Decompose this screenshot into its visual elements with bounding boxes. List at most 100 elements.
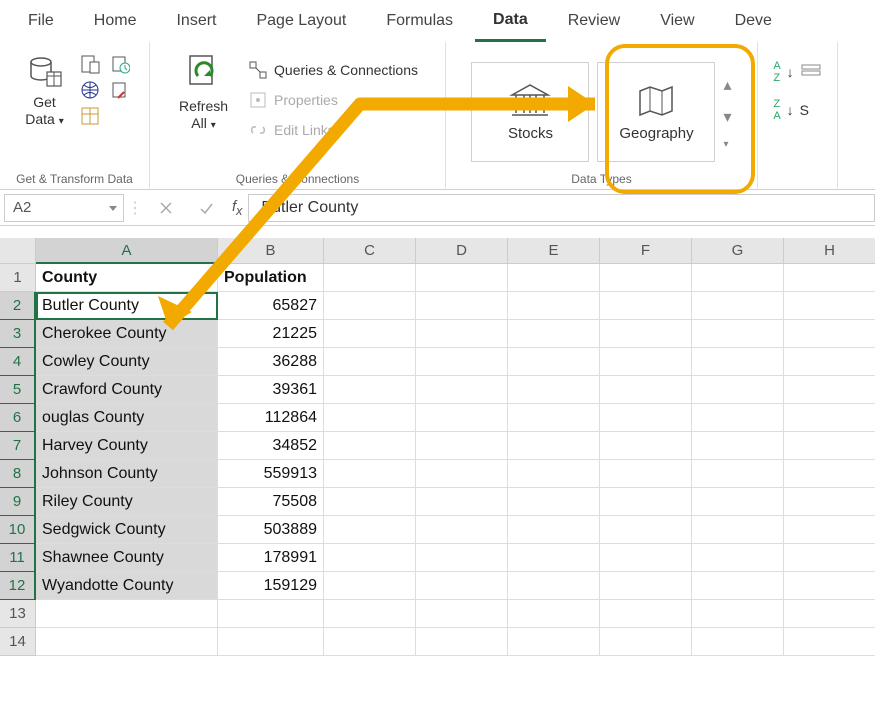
cell-empty[interactable] xyxy=(692,516,784,544)
cell-empty[interactable] xyxy=(324,320,416,348)
cell-empty[interactable] xyxy=(508,488,600,516)
cell-empty[interactable] xyxy=(416,516,508,544)
column-header-C[interactable]: C xyxy=(324,238,416,264)
cell-population[interactable] xyxy=(218,600,324,628)
tab-data[interactable]: Data xyxy=(475,1,546,42)
from-text-icon[interactable] xyxy=(80,54,100,74)
row-header[interactable]: 1 xyxy=(0,264,36,292)
cell-empty[interactable] xyxy=(692,488,784,516)
sort-asc-button[interactable]: AZ ↓ xyxy=(769,58,825,86)
cell-empty[interactable] xyxy=(600,264,692,292)
recent-sources-icon[interactable] xyxy=(110,54,130,74)
tab-home[interactable]: Home xyxy=(76,2,155,40)
cell-empty[interactable] xyxy=(324,516,416,544)
cell-empty[interactable] xyxy=(416,320,508,348)
cell-empty[interactable] xyxy=(508,544,600,572)
cell-population[interactable]: 112864 xyxy=(218,404,324,432)
cell-empty[interactable] xyxy=(416,572,508,600)
cell-empty[interactable] xyxy=(416,292,508,320)
cell-population[interactable]: 75508 xyxy=(218,488,324,516)
cell-empty[interactable] xyxy=(692,348,784,376)
cell-empty[interactable] xyxy=(692,320,784,348)
cell-county[interactable]: Cherokee County xyxy=(36,320,218,348)
cell-empty[interactable] xyxy=(508,516,600,544)
row-header[interactable]: 11 xyxy=(0,544,36,572)
tab-insert[interactable]: Insert xyxy=(158,2,234,40)
cell-population[interactable]: 178991 xyxy=(218,544,324,572)
cell-county[interactable]: Butler County xyxy=(36,292,218,320)
cell-empty[interactable] xyxy=(416,376,508,404)
cell-empty[interactable] xyxy=(508,320,600,348)
from-web-icon[interactable] xyxy=(80,80,100,100)
cell-empty[interactable] xyxy=(692,404,784,432)
existing-conn-icon[interactable] xyxy=(110,80,130,100)
column-header-H[interactable]: H xyxy=(784,238,875,264)
cell-empty[interactable] xyxy=(692,376,784,404)
from-table-icon[interactable] xyxy=(80,106,100,126)
cell-county[interactable]: Riley County xyxy=(36,488,218,516)
row-header[interactable]: 10 xyxy=(0,516,36,544)
row-header[interactable]: 2 xyxy=(0,292,36,320)
cell-empty[interactable] xyxy=(692,292,784,320)
cell-county[interactable]: ouglas County xyxy=(36,404,218,432)
cell-empty[interactable] xyxy=(508,376,600,404)
row-header[interactable]: 5 xyxy=(0,376,36,404)
cell-empty[interactable] xyxy=(600,628,692,656)
properties-button[interactable]: Properties xyxy=(244,88,422,112)
cell-empty[interactable] xyxy=(600,404,692,432)
cell-empty[interactable] xyxy=(692,544,784,572)
cell-empty[interactable] xyxy=(692,460,784,488)
cell-empty[interactable] xyxy=(600,348,692,376)
cell-empty[interactable] xyxy=(784,320,875,348)
select-all-corner[interactable] xyxy=(0,238,36,264)
cell-empty[interactable] xyxy=(600,572,692,600)
cell-empty[interactable] xyxy=(784,292,875,320)
cell-empty[interactable] xyxy=(692,572,784,600)
cell-county[interactable]: Sedgwick County xyxy=(36,516,218,544)
tab-formulas[interactable]: Formulas xyxy=(368,2,471,40)
cell-empty[interactable] xyxy=(784,488,875,516)
cell-empty[interactable] xyxy=(784,572,875,600)
row-header[interactable]: 8 xyxy=(0,460,36,488)
formula-input[interactable]: Butler County xyxy=(248,194,875,222)
cell-empty[interactable] xyxy=(324,572,416,600)
cell-empty[interactable] xyxy=(784,432,875,460)
cell-empty[interactable] xyxy=(324,460,416,488)
cell-population[interactable]: 36288 xyxy=(218,348,324,376)
chevron-down-icon[interactable]: ▾ xyxy=(723,107,731,127)
cell-empty[interactable] xyxy=(508,264,600,292)
cell-empty[interactable] xyxy=(508,572,600,600)
cell-population[interactable] xyxy=(218,628,324,656)
row-header[interactable]: 12 xyxy=(0,572,36,600)
row-header[interactable]: 13 xyxy=(0,600,36,628)
cell-empty[interactable] xyxy=(784,600,875,628)
column-header-D[interactable]: D xyxy=(416,238,508,264)
cell-empty[interactable] xyxy=(324,432,416,460)
cell-empty[interactable] xyxy=(784,544,875,572)
get-data-button[interactable]: GetData ▾ xyxy=(19,50,70,132)
cell-population[interactable]: Population xyxy=(218,264,324,292)
column-header-G[interactable]: G xyxy=(692,238,784,264)
cell-empty[interactable] xyxy=(692,600,784,628)
cell-empty[interactable] xyxy=(324,404,416,432)
column-header-F[interactable]: F xyxy=(600,238,692,264)
tab-developer[interactable]: Deve xyxy=(717,2,790,40)
cell-empty[interactable] xyxy=(508,628,600,656)
cell-empty[interactable] xyxy=(508,404,600,432)
cell-empty[interactable] xyxy=(784,376,875,404)
cell-empty[interactable] xyxy=(784,516,875,544)
cell-population[interactable]: 34852 xyxy=(218,432,324,460)
cell-county[interactable] xyxy=(36,628,218,656)
expand-icon[interactable]: ▾ xyxy=(723,139,731,150)
cell-empty[interactable] xyxy=(416,488,508,516)
cell-empty[interactable] xyxy=(324,488,416,516)
cell-population[interactable]: 503889 xyxy=(218,516,324,544)
tab-view[interactable]: View xyxy=(642,2,712,40)
cell-county[interactable]: Crawford County xyxy=(36,376,218,404)
cell-empty[interactable] xyxy=(784,460,875,488)
cell-empty[interactable] xyxy=(324,376,416,404)
cell-county[interactable]: Wyandotte County xyxy=(36,572,218,600)
tab-file[interactable]: File xyxy=(10,2,72,40)
cell-empty[interactable] xyxy=(600,376,692,404)
cell-empty[interactable] xyxy=(324,600,416,628)
